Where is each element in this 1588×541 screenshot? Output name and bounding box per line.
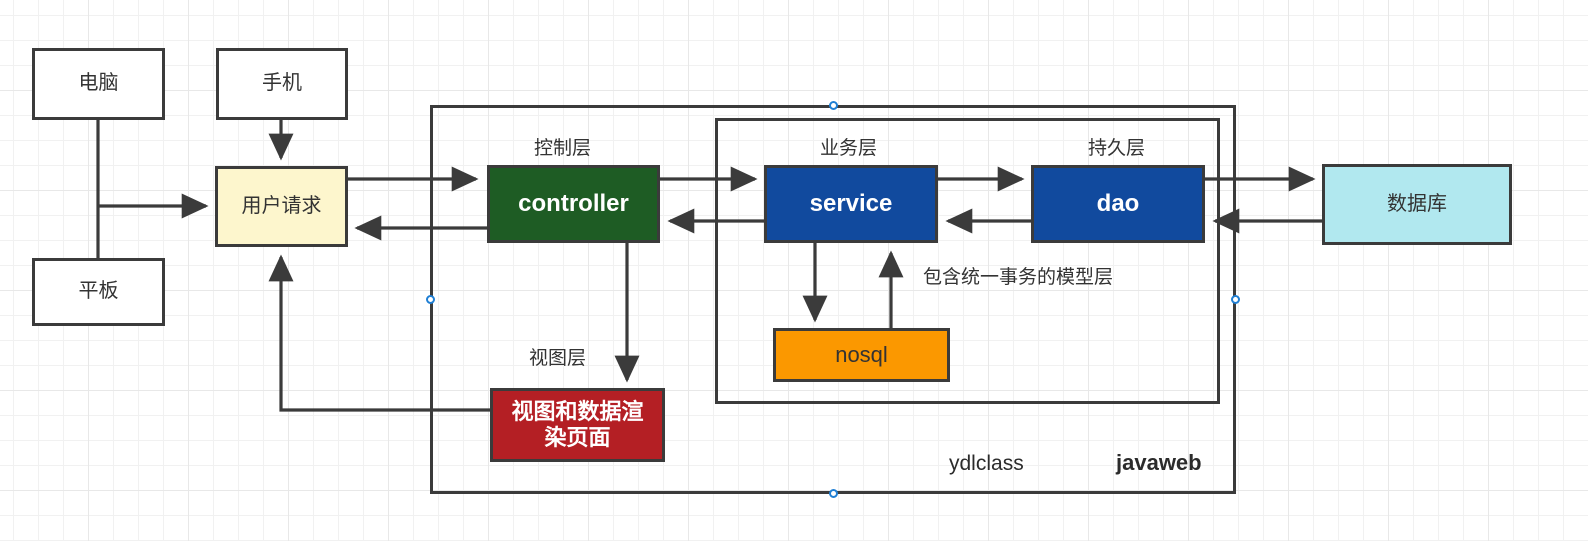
node-database-label: 数据库: [1387, 192, 1447, 215]
node-phone[interactable]: 手机: [216, 48, 348, 120]
node-tablet[interactable]: 平板: [32, 258, 165, 326]
node-phone-label: 手机: [262, 72, 302, 95]
annotation-model-layer: 包含统一事务的模型层: [923, 267, 1114, 288]
label-ydlclass: ydlclass: [949, 452, 1024, 475]
caption-view-layer: 视图层: [529, 348, 587, 369]
node-dao-label: dao: [1096, 189, 1140, 217]
caption-service-layer: 业务层: [820, 138, 878, 159]
selection-handle-top[interactable]: [829, 101, 838, 110]
caption-persistence-layer: 持久层: [1088, 138, 1146, 159]
node-computer-label: 电脑: [78, 72, 119, 95]
node-computer[interactable]: 电脑: [32, 48, 165, 120]
node-service[interactable]: service: [764, 165, 938, 243]
node-tablet-label: 平板: [78, 280, 119, 303]
node-controller[interactable]: controller: [487, 165, 660, 243]
label-javaweb: javaweb: [1116, 450, 1202, 475]
node-view-render[interactable]: 视图和数据渲 染页面: [490, 388, 665, 462]
node-database[interactable]: 数据库: [1322, 164, 1512, 245]
node-user-request-label: 用户请求: [241, 194, 322, 217]
node-nosql-label: nosql: [835, 342, 888, 368]
diagram-canvas: 电脑 手机 平板 用户请求 控制层 业务层 持久层 视图层 controller…: [0, 0, 1588, 541]
node-controller-label: controller: [518, 189, 629, 217]
node-view-render-label-line1: 视图和数据渲: [511, 399, 644, 425]
node-service-label: service: [809, 189, 893, 217]
caption-controller-layer: 控制层: [534, 138, 592, 159]
node-nosql[interactable]: nosql: [773, 328, 950, 382]
node-view-render-label-line2: 染页面: [544, 425, 611, 450]
selection-handle-right[interactable]: [1231, 295, 1240, 304]
selection-handle-bottom[interactable]: [829, 489, 838, 498]
node-dao[interactable]: dao: [1031, 165, 1205, 243]
node-user-request[interactable]: 用户请求: [215, 166, 348, 247]
selection-handle-left[interactable]: [426, 295, 435, 304]
